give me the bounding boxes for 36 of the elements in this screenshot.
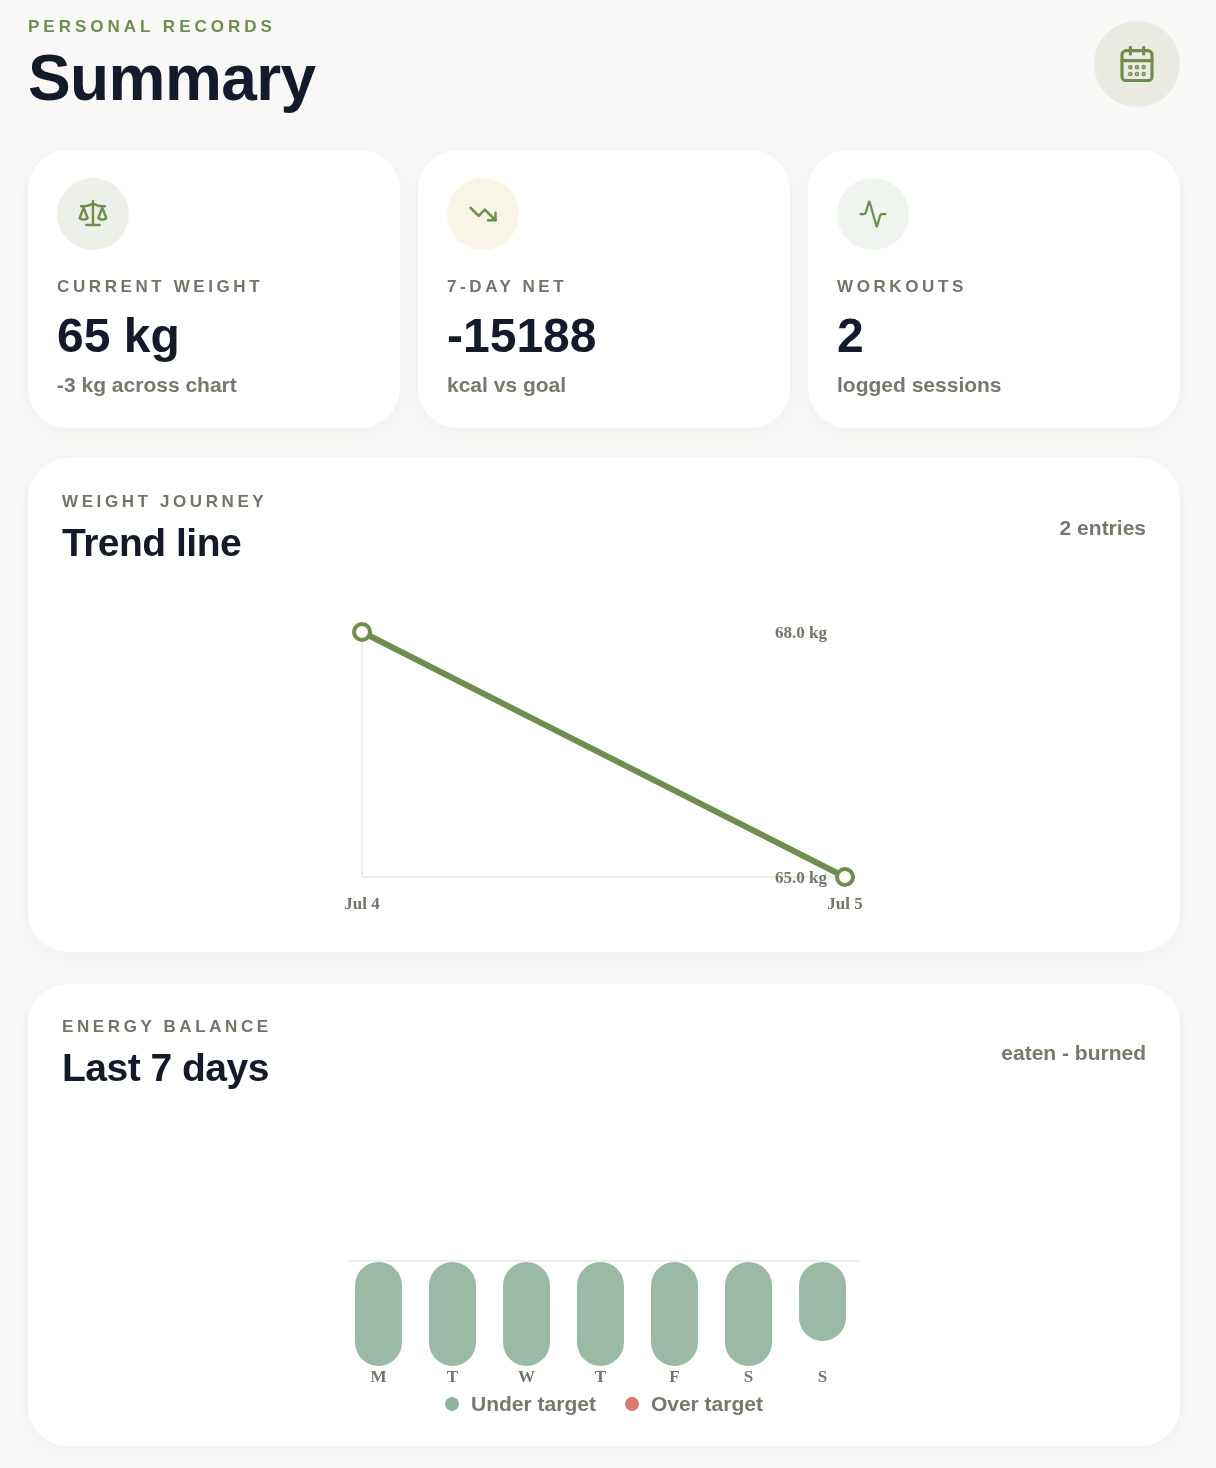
stat-note: kcal vs goal: [447, 372, 567, 398]
section-eyebrow: ENERGY BALANCE: [62, 1017, 272, 1037]
stat-value: 2: [837, 309, 864, 362]
stat-note: -3 kg across chart: [57, 372, 237, 398]
calendar-icon: [1119, 46, 1155, 82]
legend-label: Over target: [650, 1392, 763, 1416]
entry-count: 2 entries: [1059, 515, 1146, 541]
scale-icon: [57, 178, 129, 250]
data-point: [352, 622, 372, 642]
legend-label: Under target: [471, 1392, 596, 1416]
pulse-icon: [837, 178, 909, 250]
day-label: T: [446, 1368, 459, 1386]
stat-value: 65 kg: [57, 309, 180, 362]
day-label: W: [518, 1368, 535, 1386]
section-title: Trend line: [62, 522, 243, 564]
y-tick-label: 68.0 kg: [775, 623, 827, 642]
chart-caption: eaten - burned: [1001, 1040, 1146, 1066]
stat-label: WORKOUTS: [837, 277, 967, 297]
day-label: T: [594, 1368, 607, 1386]
day-label: S: [743, 1368, 754, 1386]
x-tick-label: Jul 5: [827, 894, 863, 913]
stat-label: CURRENT WEIGHT: [57, 277, 264, 297]
day-label: S: [817, 1368, 828, 1386]
x-tick-label: Jul 4: [344, 894, 380, 913]
section-title: Last 7 days: [62, 1047, 270, 1089]
stat-note: logged sessions: [837, 372, 1002, 398]
section-eyebrow: WEIGHT JOURNEY: [62, 492, 268, 512]
data-point: [835, 867, 855, 887]
stat-value: -15188: [447, 309, 597, 362]
day-label: M: [370, 1368, 387, 1386]
stat-label: 7-DAY NET: [447, 277, 568, 297]
y-tick-label: 65.0 kg: [775, 868, 827, 887]
page-eyebrow: PERSONAL RECORDS: [28, 17, 277, 37]
trend-down-icon: [447, 178, 519, 250]
day-label: F: [669, 1368, 680, 1386]
page-title: Summary: [28, 44, 316, 112]
